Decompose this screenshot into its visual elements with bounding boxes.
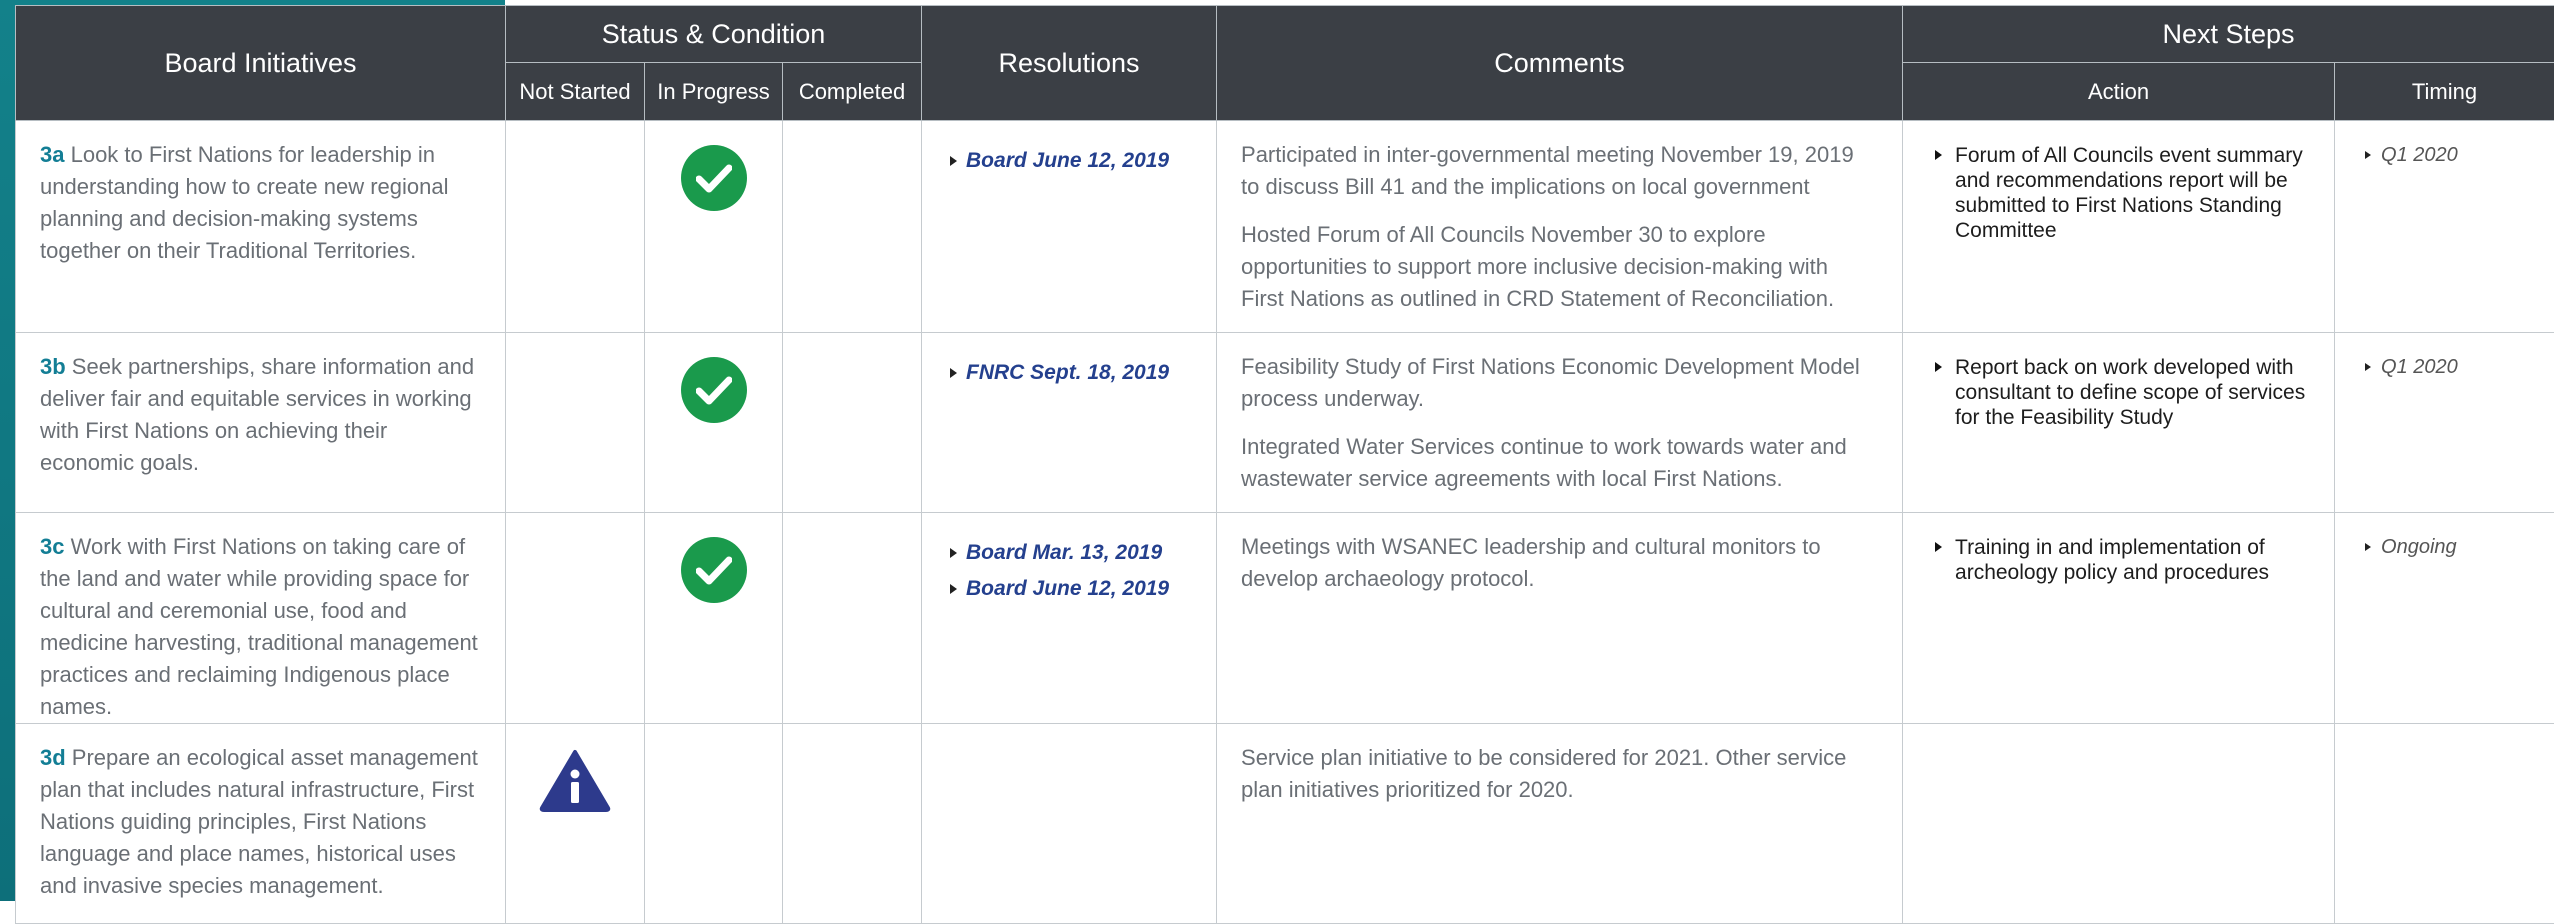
initiative-text: Prepare an ecological asset management p…	[40, 745, 478, 898]
info-triangle-icon	[539, 748, 611, 821]
not-started-cell	[506, 724, 645, 924]
table-row: 3a Look to First Nations for leadership …	[16, 121, 2554, 333]
timing-item: Q1 2020	[2365, 143, 2544, 168]
header-board-initiatives: Board Initiatives	[16, 6, 506, 121]
resolutions-cell: FNRC Sept. 18, 2019	[922, 333, 1217, 513]
not-started-cell	[506, 121, 645, 333]
initiative-cell: 3b Seek partnerships, share information …	[16, 333, 506, 513]
resolution-item: Board June 12, 2019	[950, 143, 1196, 179]
board-initiatives-table: Board Initiatives Status & Condition Res…	[15, 5, 2554, 924]
initiative-text: Seek partnerships, share information and…	[40, 354, 474, 475]
table-body: 3a Look to First Nations for leadership …	[16, 121, 2554, 924]
header-next-steps: Next Steps	[1903, 6, 2554, 63]
in-progress-cell	[645, 724, 783, 924]
comment-paragraph: Integrated Water Services continue to wo…	[1241, 431, 1872, 495]
timing-item: Ongoing	[2365, 535, 2544, 560]
resolution-item: Board June 12, 2019	[950, 571, 1196, 607]
comments-cell: Meetings with WSANEC leadership and cult…	[1217, 513, 1903, 724]
completed-cell	[783, 333, 922, 513]
check-circle-icon	[681, 357, 747, 423]
header-resolutions: Resolutions	[922, 6, 1217, 121]
resolution-item: FNRC Sept. 18, 2019	[950, 355, 1196, 391]
action-cell: Forum of All Councils event summary and …	[1903, 121, 2335, 333]
comments-cell: Service plan initiative to be considered…	[1217, 724, 1903, 924]
initiative-text: Look to First Nations for leadership in …	[40, 142, 449, 263]
resolutions-cell	[922, 724, 1217, 924]
comment-paragraph: Hosted Forum of All Councils November 30…	[1241, 219, 1872, 315]
action-item: Forum of All Councils event summary and …	[1933, 143, 2314, 243]
completed-cell	[783, 724, 922, 924]
action-cell: Report back on work developed with consu…	[1903, 333, 2335, 513]
timing-cell: Q1 2020	[2335, 333, 2554, 513]
not-started-cell	[506, 333, 645, 513]
not-started-cell	[506, 513, 645, 724]
resolution-item: Board Mar. 13, 2019	[950, 535, 1196, 571]
in-progress-cell	[645, 333, 783, 513]
initiative-cell: 3d Prepare an ecological asset managemen…	[16, 724, 506, 924]
header-not-started: Not Started	[506, 63, 645, 121]
action-cell: Training in and implementation of archeo…	[1903, 513, 2335, 724]
check-circle-icon	[681, 145, 747, 211]
in-progress-cell	[645, 121, 783, 333]
comments-cell: Feasibility Study of First Nations Econo…	[1217, 333, 1903, 513]
in-progress-cell	[645, 513, 783, 724]
comment-paragraph: Meetings with WSANEC leadership and cult…	[1241, 531, 1872, 595]
table-row: 3d Prepare an ecological asset managemen…	[16, 724, 2554, 924]
comment-paragraph: Service plan initiative to be considered…	[1241, 742, 1872, 806]
comment-paragraph: Feasibility Study of First Nations Econo…	[1241, 351, 1872, 415]
timing-item: Q1 2020	[2365, 355, 2544, 380]
initiative-cell: 3a Look to First Nations for leadership …	[16, 121, 506, 333]
header-action: Action	[1903, 63, 2335, 121]
timing-cell: Q1 2020	[2335, 121, 2554, 333]
table-header: Board Initiatives Status & Condition Res…	[16, 6, 2554, 121]
timing-cell	[2335, 724, 2554, 924]
check-circle-icon	[681, 537, 747, 603]
table-row: 3b Seek partnerships, share information …	[16, 333, 2554, 513]
resolutions-cell: Board June 12, 2019	[922, 121, 1217, 333]
action-cell	[1903, 724, 2335, 924]
initiative-code: 3c	[40, 534, 64, 559]
completed-cell	[783, 513, 922, 724]
header-status-condition: Status & Condition	[506, 6, 922, 63]
comments-cell: Participated in inter-governmental meeti…	[1217, 121, 1903, 333]
completed-cell	[783, 121, 922, 333]
comment-paragraph: Participated in inter-governmental meeti…	[1241, 139, 1872, 203]
initiative-code: 3d	[40, 745, 66, 770]
header-in-progress: In Progress	[645, 63, 783, 121]
initiative-text: Work with First Nations on taking care o…	[40, 534, 478, 719]
initiative-code: 3a	[40, 142, 64, 167]
timing-cell: Ongoing	[2335, 513, 2554, 724]
header-comments: Comments	[1217, 6, 1903, 121]
initiative-cell: 3c Work with First Nations on taking car…	[16, 513, 506, 724]
action-item: Report back on work developed with consu…	[1933, 355, 2314, 430]
header-timing: Timing	[2335, 63, 2554, 121]
action-item: Training in and implementation of archeo…	[1933, 535, 2314, 585]
header-completed: Completed	[783, 63, 922, 121]
resolutions-cell: Board Mar. 13, 2019 Board June 12, 2019	[922, 513, 1217, 724]
table-row: 3c Work with First Nations on taking car…	[16, 513, 2554, 724]
initiative-code: 3b	[40, 354, 66, 379]
left-accent-bar	[0, 0, 15, 901]
